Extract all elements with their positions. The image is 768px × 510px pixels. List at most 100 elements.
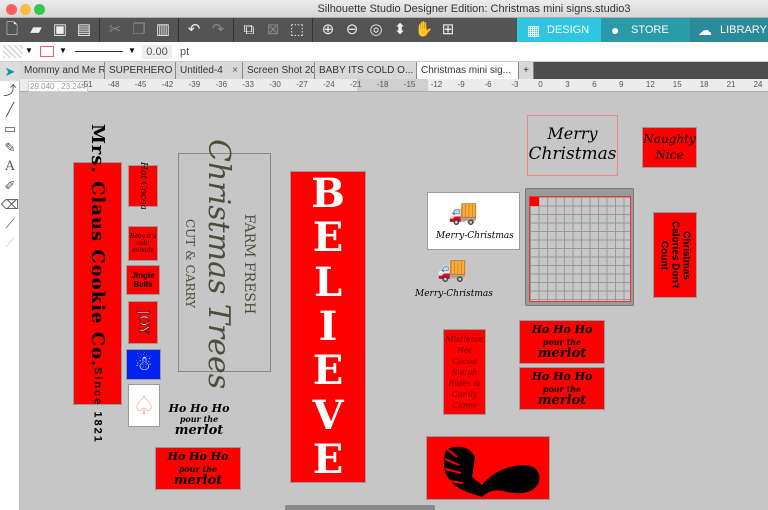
select-arrow-icon[interactable]: ➤ bbox=[0, 62, 20, 81]
document-tabs: Mommy and Me Re...× SUPERHERO FONT...× U… bbox=[20, 62, 768, 79]
edit-points-icon[interactable]: ⤴ bbox=[0, 81, 20, 100]
add-page-icon[interactable]: ⊞ bbox=[436, 19, 460, 41]
hohoho-sign[interactable]: Ho Ho Ho pour the merlot bbox=[519, 367, 605, 410]
close-window-button[interactable] bbox=[6, 4, 17, 15]
ruler-tick-label: -45 bbox=[134, 80, 147, 89]
pencil-icon[interactable]: ✎ bbox=[0, 138, 20, 157]
believe-sign[interactable]: BELIEVE bbox=[290, 171, 366, 483]
compound-icon[interactable]: ⬚ bbox=[285, 19, 309, 41]
zoom-select-icon[interactable]: ◎ bbox=[364, 19, 388, 41]
rectangle-tool-icon[interactable]: ▭ bbox=[0, 119, 20, 138]
joy-sign[interactable]: JOY bbox=[128, 301, 158, 344]
text-tool-icon[interactable]: A bbox=[0, 157, 20, 176]
line-color-swatch[interactable] bbox=[40, 46, 54, 57]
properties-bar: ▼ ▼ ▼ 0.00 pt bbox=[0, 42, 768, 62]
naughty-nice-sign[interactable]: Naughty Nice bbox=[642, 127, 697, 168]
redo-icon[interactable]: ↷ bbox=[206, 19, 230, 41]
ruler-tick-label: -6 bbox=[484, 80, 492, 89]
truck-icon: 🚚 bbox=[437, 256, 467, 283]
reindeer-sign[interactable] bbox=[426, 436, 550, 500]
mrs-claus-sign[interactable]: Mrs. Claus Cookie Co. Since 1821 bbox=[73, 124, 122, 443]
close-tab-icon[interactable]: × bbox=[232, 62, 238, 79]
christmas-tree-icon[interactable]: ♤ bbox=[128, 384, 160, 427]
line-tool-icon[interactable]: ╱ bbox=[0, 100, 20, 119]
christmas-calories-sign[interactable]: Christmas Calories Don't Count bbox=[653, 212, 697, 298]
doc-tab[interactable]: Untitled-4 × bbox=[176, 62, 243, 79]
ruler-tick-label: 15 bbox=[672, 80, 682, 89]
ruler-tick-label: 9 bbox=[619, 80, 624, 89]
hohoho-sign[interactable]: Ho Ho Ho pour the merlot bbox=[519, 320, 605, 364]
doc-tab[interactable]: Screen Shot 2017-...× bbox=[243, 62, 315, 79]
store-tab[interactable]: ● STORE bbox=[601, 18, 690, 42]
eraser-icon[interactable]: ⌫ bbox=[0, 195, 20, 214]
copy-icon[interactable]: ❐ bbox=[127, 19, 151, 41]
ruler-tick-label: -15 bbox=[403, 80, 416, 89]
ruler-tick-label: -30 bbox=[269, 80, 281, 89]
minimize-window-button[interactable] bbox=[20, 4, 31, 15]
group-icon[interactable]: ⧉ bbox=[237, 19, 261, 41]
line-style-preview[interactable] bbox=[75, 51, 123, 52]
ungroup-icon[interactable]: ⊠ bbox=[261, 19, 285, 41]
ruler-tick-label: 21 bbox=[726, 80, 736, 89]
ruler-tick-label: 24 bbox=[753, 80, 763, 89]
tools-sidebar: ➤ ⤴ ╱ ▭ ✎ A ✐ ⌫ ⟋ ⟋ bbox=[0, 62, 20, 510]
add-tab-button[interactable]: + bbox=[519, 62, 534, 79]
ruler-tick-label: -51 bbox=[81, 80, 93, 89]
open-folder-icon[interactable]: ▰ bbox=[24, 19, 48, 41]
zoom-out-icon[interactable]: ⊖ bbox=[340, 19, 364, 41]
ruler-tick-label: -27 bbox=[296, 80, 308, 89]
zoom-in-icon[interactable]: ⊕ bbox=[316, 19, 340, 41]
line-width-input[interactable]: 0.00 bbox=[142, 45, 172, 59]
cloud-icon: ☁ bbox=[698, 22, 712, 38]
library-tab[interactable]: ☁ LIBRARY bbox=[690, 18, 768, 42]
undo-icon[interactable]: ↶ bbox=[182, 19, 206, 41]
fill-pattern-swatch[interactable] bbox=[3, 45, 23, 58]
sketch-icon[interactable]: ✐ bbox=[0, 176, 20, 195]
maximize-window-button[interactable] bbox=[34, 4, 45, 15]
jingle-bells-sign[interactable]: Jingle Bells bbox=[126, 265, 160, 295]
ruler-tick-label: 12 bbox=[645, 80, 655, 89]
doc-tab-active[interactable]: Christmas mini sig...× bbox=[417, 62, 519, 79]
cutting-mat[interactable] bbox=[525, 188, 634, 306]
ruler-tick-label: -21 bbox=[350, 80, 362, 89]
mistletoe-sign[interactable]: Mistletoe Hot Cocoa Sleigh Rides & Candy… bbox=[443, 329, 486, 415]
doc-tab[interactable]: SUPERHERO FONT...× bbox=[105, 62, 176, 79]
dropdown-arrow-icon[interactable]: ▼ bbox=[59, 46, 67, 55]
hot-cocoa-sign[interactable]: Hot Cocoa bbox=[128, 162, 158, 210]
dropdown-arrow-icon[interactable]: ▼ bbox=[25, 46, 33, 55]
ruler-tick-label: -18 bbox=[376, 80, 389, 89]
ruler-tick-label: -36 bbox=[215, 80, 228, 89]
cut-icon[interactable]: ✂ bbox=[103, 19, 127, 41]
pan-hand-icon[interactable]: ✋ bbox=[412, 19, 436, 41]
window-title: Silhouette Studio Designer Edition: Chri… bbox=[317, 3, 631, 15]
design-tab[interactable]: ▦ DESIGN bbox=[517, 18, 601, 42]
grid-icon: ▦ bbox=[527, 22, 541, 38]
ruler-tick-label: 0 bbox=[538, 80, 543, 89]
new-file-icon[interactable]: 🗋 bbox=[0, 19, 24, 41]
knife-icon[interactable]: ⟋ bbox=[0, 214, 20, 233]
christmas-trees-sign[interactable]: FARM FRESH Christmas Trees CUT & CARRY bbox=[178, 139, 271, 389]
reindeer-head-icon bbox=[443, 446, 540, 497]
dropdown-arrow-icon[interactable]: ▼ bbox=[128, 46, 136, 55]
paste-icon[interactable]: ▥ bbox=[151, 19, 175, 41]
doc-tab[interactable]: Mommy and Me Re...× bbox=[20, 62, 105, 79]
print-icon[interactable]: ▤ bbox=[72, 19, 96, 41]
snowman-icon[interactable]: ☃ bbox=[126, 349, 161, 380]
title-bar: Silhouette Studio Designer Edition: Chri… bbox=[0, 0, 768, 18]
truck-sign[interactable]: 🚚 Merry-Christmas bbox=[427, 192, 520, 250]
truck-design[interactable]: 🚚 Merry-Christmas bbox=[415, 255, 495, 305]
baby-its-cold-sign[interactable]: Baby it's cold outside bbox=[128, 226, 158, 261]
ruler-tick-label: 3 bbox=[565, 80, 570, 89]
hohoho-sign[interactable]: Ho Ho Ho pour the merlot bbox=[155, 447, 241, 490]
save-icon[interactable]: ▣ bbox=[48, 19, 72, 41]
ruler-tick-label: -42 bbox=[161, 80, 174, 89]
fit-page-icon[interactable]: ⬍ bbox=[388, 19, 412, 41]
merry-christmas-sign[interactable]: Merry Christmas bbox=[527, 115, 618, 176]
ruler-tick-label: -24 bbox=[323, 80, 335, 89]
horizontal-scrollbar[interactable] bbox=[285, 505, 435, 510]
hohoho-design[interactable]: Ho Ho Ho pour the merlot bbox=[166, 403, 232, 437]
eyedropper-icon[interactable]: ⟋ bbox=[0, 233, 20, 252]
doc-tab[interactable]: BABY ITS COLD O...× bbox=[315, 62, 417, 79]
ruler-tick-label: 6 bbox=[592, 80, 597, 89]
ruler-tick-label: -33 bbox=[242, 80, 254, 89]
